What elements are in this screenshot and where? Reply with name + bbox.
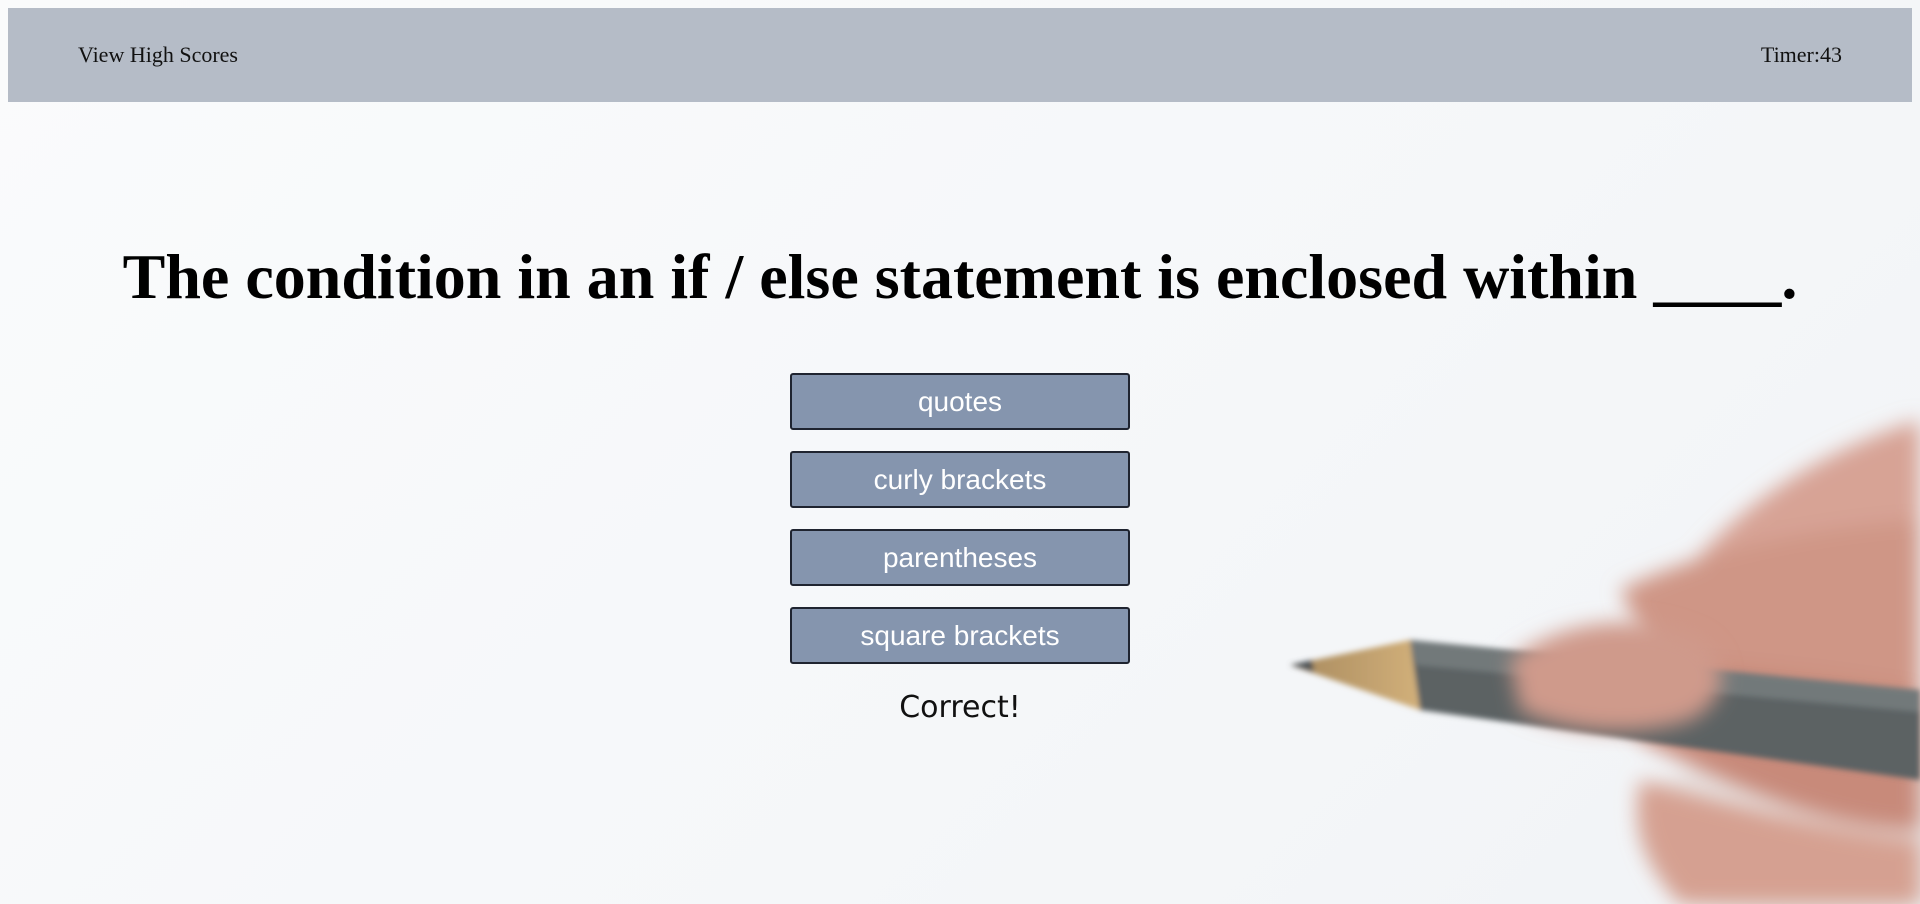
quiz-page: View High Scores Timer: 43 The condition…	[0, 0, 1920, 904]
hand-with-pencil-illustration	[1290, 420, 1920, 904]
timer: Timer: 43	[1761, 42, 1842, 68]
top-bar: View High Scores Timer: 43	[8, 8, 1912, 102]
view-high-scores-link[interactable]: View High Scores	[78, 42, 238, 68]
timer-value: 43	[1820, 42, 1842, 67]
answer-button-quotes[interactable]: quotes	[790, 373, 1130, 430]
question-text: The condition in an if / else statement …	[122, 241, 1798, 312]
answer-button-square-brackets[interactable]: square brackets	[790, 607, 1130, 664]
answer-list: quotes curly brackets parentheses square…	[790, 373, 1130, 664]
answer-button-parentheses[interactable]: parentheses	[790, 529, 1130, 586]
answer-feedback: Correct!	[899, 690, 1021, 725]
answer-button-curly-brackets[interactable]: curly brackets	[790, 451, 1130, 508]
timer-label: Timer:	[1760, 42, 1820, 67]
